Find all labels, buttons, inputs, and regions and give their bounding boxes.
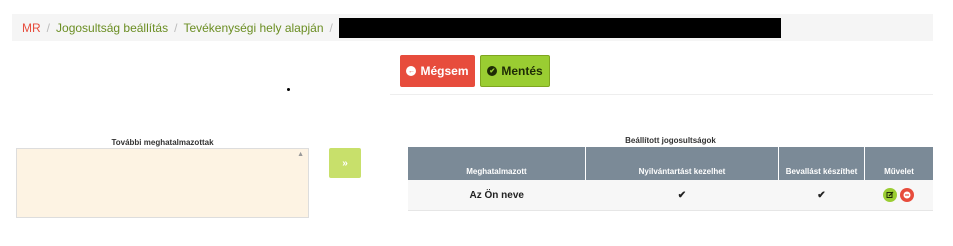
edit-button[interactable] xyxy=(883,188,898,202)
column-header-prepare-return: Bevallást készíthet xyxy=(778,147,865,180)
move-right-button[interactable]: » xyxy=(329,148,361,178)
breadcrumb: MR / Jogosultság beállítás / Tevékenység… xyxy=(12,14,933,41)
actions-cell xyxy=(864,180,933,211)
checkmark-icon: ✔ xyxy=(677,189,687,201)
permissions-table: Meghatalmazott Nyilvántartást kezelhet B… xyxy=(408,147,933,211)
check-circle-icon: ✔ xyxy=(487,66,498,76)
column-header-manage-registry: Nyilvántartást kezelhet xyxy=(585,147,779,180)
breadcrumb-separator: / xyxy=(329,20,333,35)
manage-registry-cell: ✔ xyxy=(585,180,779,211)
divider xyxy=(390,94,933,95)
stray-dot xyxy=(287,88,290,91)
breadcrumb-separator: / xyxy=(46,20,51,35)
breadcrumb-item-by-location[interactable]: Tevékenységi hely alapján xyxy=(183,21,323,35)
breadcrumb-item-permission-settings[interactable]: Jogosultság beállítás xyxy=(56,21,168,35)
back-arrow-icon: ← xyxy=(406,66,417,76)
edit-icon xyxy=(886,191,894,198)
table-row: Az Ön neve ✔ ✔ xyxy=(408,180,933,211)
breadcrumb-item-home[interactable]: MR xyxy=(22,21,41,35)
column-header-actions: Művelet xyxy=(864,147,933,180)
minus-circle-icon xyxy=(903,191,911,199)
prepare-return-cell: ✔ xyxy=(778,180,865,211)
cancel-button-label: Mégsem xyxy=(420,64,469,78)
save-button-label: Mentés xyxy=(501,64,543,78)
save-button[interactable]: ✔ Mentés xyxy=(480,55,550,87)
column-header-agent: Meghatalmazott xyxy=(408,147,586,180)
scroll-up-arrow-icon[interactable]: ▲ xyxy=(297,151,304,158)
redacted-breadcrumb-item xyxy=(338,17,781,38)
remove-button[interactable] xyxy=(900,188,915,202)
additional-agents-listbox[interactable]: ▲ xyxy=(16,148,309,218)
table-header-row: Meghatalmazott Nyilvántartást kezelhet B… xyxy=(408,147,933,180)
additional-agents-title: További meghatalmazottak xyxy=(111,138,214,147)
checkmark-icon: ✔ xyxy=(817,189,826,201)
cancel-button[interactable]: ← Mégsem xyxy=(400,55,475,87)
agent-name-cell: Az Ön neve xyxy=(408,180,586,211)
breadcrumb-separator: / xyxy=(174,20,178,35)
assigned-permissions-title: Beállított jogosultságok xyxy=(625,136,716,145)
